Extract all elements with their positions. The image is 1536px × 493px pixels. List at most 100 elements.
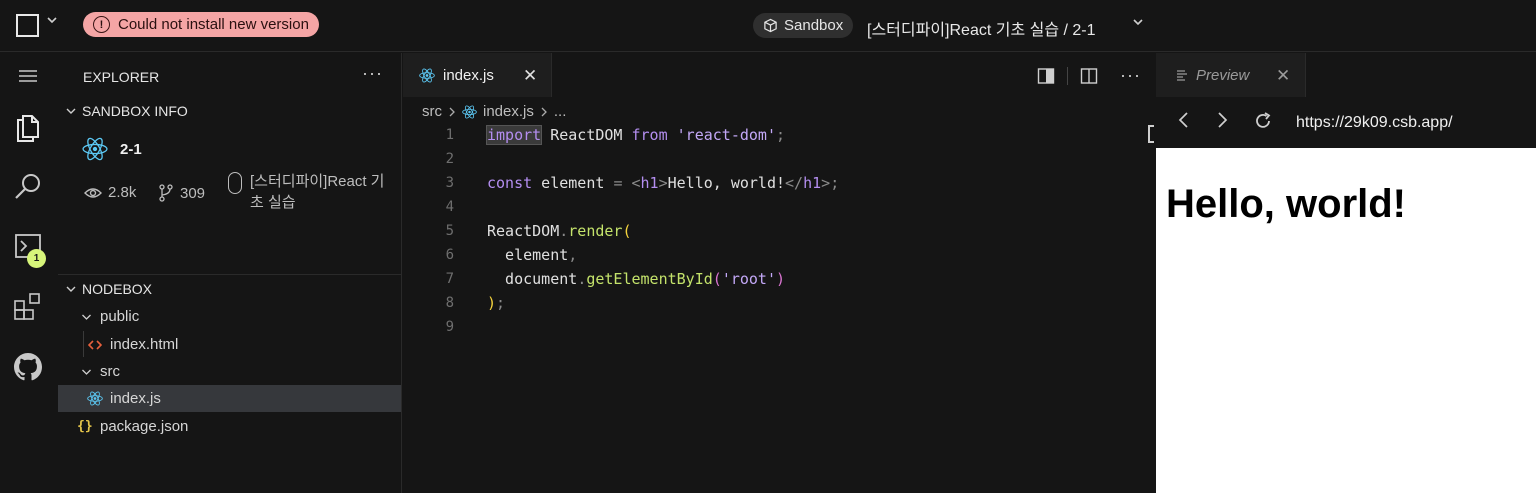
line-number: 6 [445, 247, 454, 263]
github-icon[interactable] [12, 351, 44, 383]
error-banner[interactable]: ! Could not install new version [83, 12, 319, 37]
search-icon[interactable] [12, 170, 44, 202]
line-number: 9 [445, 319, 454, 335]
explorer-header: EXPLORER [83, 69, 160, 85]
code-line: 9 [403, 315, 1156, 339]
split-editor-icon[interactable] [1080, 67, 1098, 85]
code-line: 7 document.getElementById('root') [403, 267, 1156, 291]
tree-file-package-json[interactable]: {} package.json [58, 413, 401, 440]
tree-folder-public[interactable]: public [58, 303, 401, 330]
more-options-icon[interactable]: ··· [1120, 65, 1141, 86]
code-line: 4 [403, 195, 1156, 219]
editor-toolbar: ··· [1037, 65, 1141, 86]
toggle-panel-icon[interactable] [1037, 67, 1055, 85]
line-number: 4 [445, 199, 454, 215]
breadcrumb-item[interactable]: ... [554, 103, 567, 120]
chevron-down-icon [66, 286, 76, 292]
breadcrumb-item[interactable]: src [422, 103, 442, 120]
forks-stat: 309 [158, 184, 205, 202]
text-cursor-icon [1148, 125, 1154, 143]
json-file-icon: {} [77, 419, 93, 434]
project-name: 2-1 [82, 137, 142, 161]
preview-panel: Preview ✕ https://29k09.csb.app/ Hello, … [1156, 53, 1536, 493]
code-text: document.getElementById('root') [487, 270, 786, 288]
extensions-icon[interactable] [12, 290, 44, 322]
sandbox-badge[interactable]: Sandbox [753, 13, 854, 38]
sandbox-label: Sandbox [784, 17, 844, 34]
preview-icon [1177, 70, 1187, 81]
code-editor: index.js ✕ ··· src index.js ... 1 import… [403, 53, 1156, 493]
top-bar: ! Could not install new version Sandbox … [0, 0, 1536, 52]
tree-item-label: package.json [100, 418, 189, 435]
section-title: SANDBOX INFO [82, 103, 188, 119]
error-text: Could not install new version [118, 16, 309, 33]
views-count: 2.8k [108, 184, 137, 201]
code-line: 3 const element = <h1>Hello, world!</h1>… [403, 171, 1156, 195]
menu-icon[interactable] [12, 60, 44, 92]
tree-item-label: index.js [110, 390, 161, 407]
tab-label: Preview [1196, 66, 1250, 84]
refresh-icon[interactable] [1253, 111, 1273, 131]
line-number: 3 [445, 175, 454, 191]
chevron-down-icon[interactable] [46, 14, 58, 29]
preview-heading: Hello, world! [1166, 182, 1406, 226]
nodebox-section-header[interactable]: NODEBOX [66, 281, 152, 297]
divider [58, 274, 401, 275]
react-icon [87, 391, 103, 406]
code-line: 8 ); [403, 291, 1156, 315]
line-number: 2 [445, 151, 454, 167]
eye-icon [84, 187, 102, 198]
breadcrumb: src index.js ... [422, 103, 566, 120]
forward-icon[interactable] [1214, 111, 1230, 129]
code-text: ReactDOM.render( [487, 222, 632, 240]
section-title: NODEBOX [82, 281, 153, 297]
tree-file-index-js[interactable]: index.js [58, 385, 401, 412]
code-line: 1 import ReactDOM from 'react-dom'; [403, 123, 1156, 147]
tree-item-label: public [100, 308, 140, 325]
code-line: 6 element, [403, 243, 1156, 267]
code-line: 2 [403, 147, 1156, 171]
line-number: 7 [445, 271, 454, 287]
description-icon [228, 172, 242, 194]
tree-item-label: index.html [110, 336, 179, 353]
close-icon[interactable]: ✕ [1276, 66, 1290, 86]
activity-bar: 1 [0, 53, 58, 493]
chevron-down-icon [82, 369, 91, 375]
editor-tab-bar: index.js ✕ ··· [403, 53, 1156, 97]
close-icon[interactable]: ✕ [523, 66, 537, 86]
line-number: 5 [445, 223, 454, 239]
code-text: import ReactDOM from 'react-dom'; [485, 125, 786, 145]
tree-file-index-html[interactable]: index.html [58, 331, 401, 358]
tree-folder-src[interactable]: src [58, 358, 401, 385]
sandbox-title[interactable]: [스터디파이]React 기초 실습 / 2-1 [867, 16, 1096, 40]
line-number: 8 [445, 295, 454, 311]
chevron-down-icon [82, 314, 91, 320]
react-icon [419, 68, 435, 82]
tab-index-js[interactable]: index.js ✕ [403, 53, 552, 97]
tab-preview[interactable]: Preview ✕ [1156, 53, 1306, 97]
preview-url[interactable]: https://29k09.csb.app/ [1296, 114, 1453, 132]
code-text: ); [487, 294, 506, 312]
project-name-text: 2-1 [120, 140, 142, 158]
breadcrumb-item[interactable]: index.js [483, 103, 534, 120]
chevron-down-icon[interactable] [1132, 16, 1144, 31]
notification-badge: 1 [27, 249, 46, 268]
chevron-right-icon [541, 107, 547, 116]
preview-frame[interactable]: Hello, world! [1156, 148, 1536, 493]
react-icon [462, 104, 477, 119]
code-line: 5 ReactDOM.render( [403, 219, 1156, 243]
more-options-icon[interactable]: ··· [362, 63, 383, 84]
chevron-down-icon [66, 108, 76, 114]
tree-item-label: src [100, 363, 120, 380]
sandbox-info-section-header[interactable]: SANDBOX INFO [66, 103, 188, 119]
back-icon[interactable] [1176, 111, 1192, 129]
views-stat: 2.8k [84, 184, 136, 201]
logo-icon[interactable] [16, 14, 39, 37]
project-description: [스터디파이]React 기초 실습 [228, 171, 388, 213]
react-icon [82, 137, 108, 161]
code-text: const element = <h1>Hello, world!</h1>; [487, 174, 840, 192]
html-file-icon [88, 340, 102, 350]
explorer-sidebar: EXPLORER ··· SANDBOX INFO 2-1 2.8k 309 [… [58, 53, 402, 493]
files-icon[interactable] [12, 110, 44, 142]
forks-count: 309 [180, 184, 206, 202]
